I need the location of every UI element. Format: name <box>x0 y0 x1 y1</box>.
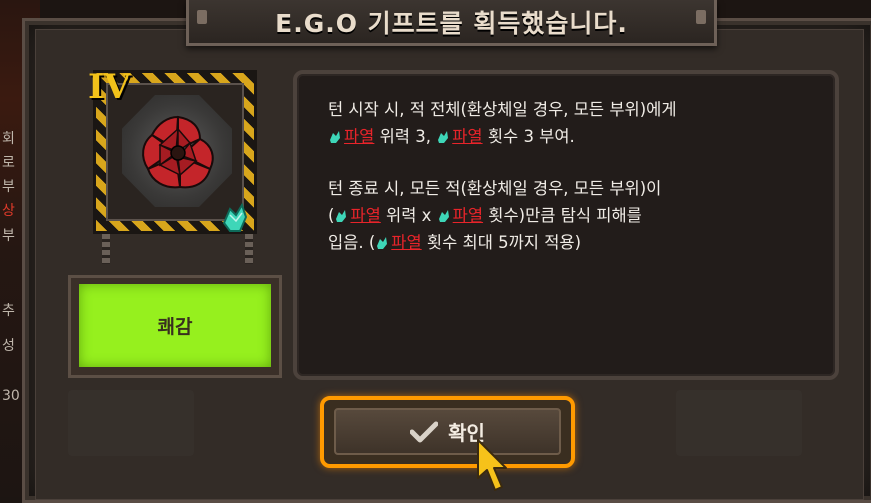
confirm-button-inner[interactable]: 확인 <box>334 408 561 455</box>
rivet-icon <box>197 10 207 24</box>
ego-gift-card: IV <box>88 67 257 234</box>
description-panel: 턴 시작 시, 적 전체(환상체일 경우, 모든 부위)에게 파열 위력 3, … <box>293 70 839 380</box>
rupture-icon <box>330 131 340 143</box>
dialog-title: E.G.O 기프트를 획득했습니다. <box>275 8 628 38</box>
rupture-icon <box>336 210 347 222</box>
bg-text: 부 <box>2 228 15 244</box>
bg-text: 30 <box>2 388 20 404</box>
rupture-keyword[interactable]: 파열 <box>344 127 374 146</box>
placeholder-slot-left <box>68 390 194 456</box>
rivet-icon <box>696 10 706 24</box>
desc-text: 위력 x <box>380 206 437 225</box>
affinity-box: 쾌감 <box>68 275 282 378</box>
bg-text: 부 <box>2 179 15 195</box>
desc-text: 횟수 최대 5까지 적용) <box>421 233 582 252</box>
bg-text: 회 <box>2 131 15 147</box>
description-paragraph-1: 턴 시작 시, 적 전체(환상체일 경우, 모든 부위)에게 파열 위력 3, … <box>328 96 815 150</box>
desc-text: 횟수 3 부여. <box>482 127 575 146</box>
cursor-pointer-icon <box>477 439 507 491</box>
desc-text: 턴 시작 시, 적 전체(환상체일 경우, 모든 부위)에게 <box>328 100 677 119</box>
rupture-keyword[interactable]: 파열 <box>350 206 380 225</box>
rupture-icon <box>438 131 449 143</box>
title-plate: E.G.O 기프트를 획득했습니다. <box>186 0 717 46</box>
rupture-keyword[interactable]: 파열 <box>452 127 482 146</box>
affinity-label: 쾌감 <box>157 316 193 338</box>
desc-text: 입음. ( <box>328 233 376 252</box>
desc-text: 턴 종료 시, 모든 적(환상체일 경우, 모든 부위)이 <box>328 179 662 198</box>
placeholder-slot-right <box>676 390 802 456</box>
chain-right <box>245 234 253 264</box>
bg-text: 로 <box>2 155 15 171</box>
red-flower-gift-icon <box>142 115 214 189</box>
gift-tier-label: IV <box>88 67 131 107</box>
rupture-icon <box>377 237 388 249</box>
bg-text: 상 <box>2 203 15 219</box>
rupture-icon <box>438 210 449 222</box>
chain-left <box>102 234 110 264</box>
affinity-fill: 쾌감 <box>79 284 271 367</box>
confirm-button[interactable]: 확인 <box>320 396 575 468</box>
description-text: 턴 시작 시, 적 전체(환상체일 경우, 모든 부위)에게 파열 위력 3, … <box>328 96 815 256</box>
rupture-keyword[interactable]: 파열 <box>453 206 483 225</box>
bg-text: 추 <box>2 303 15 319</box>
teal-crystal-icon <box>222 202 248 232</box>
desc-text: 횟수)만큼 탐식 피해를 <box>483 206 642 225</box>
bg-text: 성 <box>2 338 15 354</box>
desc-text: 위력 3, <box>374 127 437 146</box>
rupture-keyword[interactable]: 파열 <box>391 233 421 252</box>
description-paragraph-2: 턴 종료 시, 모든 적(환상체일 경우, 모든 부위)이 (파열 위력 x 파… <box>328 175 815 256</box>
check-icon <box>410 421 439 442</box>
